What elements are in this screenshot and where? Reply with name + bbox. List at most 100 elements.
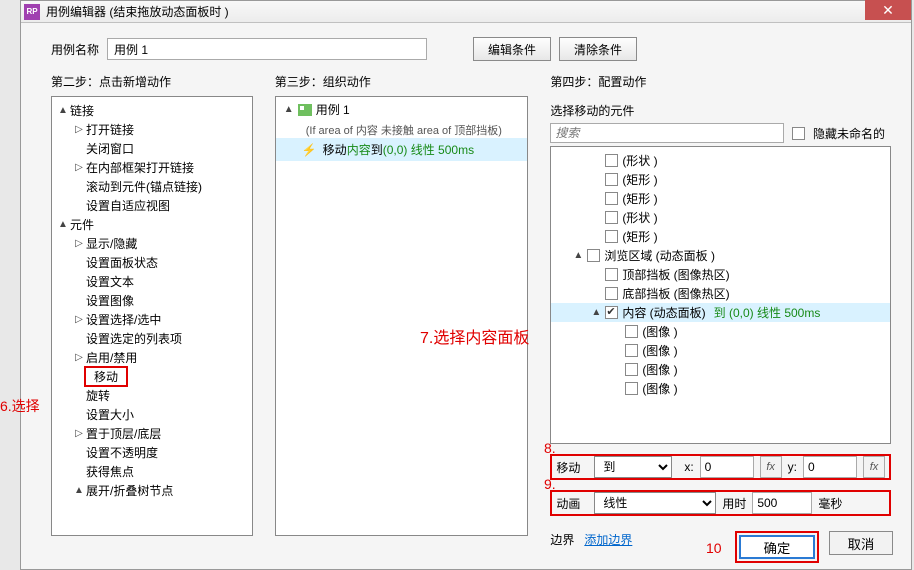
case-editor-window: RP 用例编辑器 (结束拖放动态面板时 ) ✕ 用例名称 编辑条件 清除条件 第…	[20, 0, 912, 570]
tree-action[interactable]: ▷启用/禁用	[52, 348, 252, 367]
expander-icon[interactable]: ▷	[74, 314, 84, 325]
bounds-label: 边界	[550, 531, 574, 548]
title-bar: RP 用例编辑器 (结束拖放动态面板时 ) ✕	[21, 1, 911, 23]
widget-panel[interactable]: (形状 )(矩形 )(矩形 )(形状 )(矩形 )▲浏览区域 (动态面板 )顶部…	[550, 146, 891, 444]
fx-y-button[interactable]: fx	[863, 456, 885, 478]
cancel-button[interactable]: 取消	[829, 531, 893, 555]
ok-button[interactable]: 确定	[739, 535, 815, 559]
hide-unnamed-checkbox[interactable]	[792, 127, 805, 140]
anim-label: 动画	[556, 495, 588, 512]
widget-row[interactable]: (矩形 )	[551, 189, 890, 208]
actions-panel[interactable]: ▲链接▷打开链接关闭窗口▷在内部框架打开链接滚动到元件(锚点链接)设置自适应视图…	[51, 96, 253, 536]
tree-action[interactable]: ▷置于顶层/底层	[52, 424, 252, 443]
expander-icon[interactable]: ▷	[74, 162, 84, 173]
annotation-8: 8.	[544, 440, 556, 456]
clear-condition-button[interactable]: 清除条件	[559, 37, 637, 61]
tree-action[interactable]: ▷设置选择/选中	[52, 310, 252, 329]
tree-action[interactable]: ▲展开/折叠树节点	[52, 481, 252, 500]
x-label: x:	[684, 460, 693, 474]
tree-action[interactable]: 移动	[52, 367, 252, 386]
add-bounds-link[interactable]: 添加边界	[584, 531, 632, 548]
tree-action[interactable]: 设置自适应视图	[52, 196, 252, 215]
widget-row[interactable]: (形状 )	[551, 208, 890, 227]
expander-icon[interactable]: ▷	[74, 238, 84, 249]
widget-row[interactable]: (图像 )	[551, 322, 890, 341]
annotation-7: 7.选择内容面板	[420, 324, 529, 348]
widget-search-input[interactable]	[550, 123, 784, 143]
move-x-input[interactable]	[700, 456, 754, 478]
widget-row[interactable]: (图像 )	[551, 360, 890, 379]
annotation-10: 10	[706, 540, 722, 556]
widget-checkbox[interactable]	[605, 268, 618, 281]
move-label: 移动	[556, 459, 588, 476]
widget-row[interactable]: (矩形 )	[551, 227, 890, 246]
case-name-row: 用例名称 编辑条件 清除条件	[21, 23, 911, 67]
tree-action[interactable]: 设置大小	[52, 405, 252, 424]
window-title: 用例编辑器 (结束拖放动态面板时 )	[46, 3, 229, 20]
widget-row[interactable]: (图像 )	[551, 379, 890, 398]
move-mode-select[interactable]: 到	[594, 456, 672, 478]
annotation-6: 6.选择	[0, 396, 40, 416]
widget-row[interactable]: (形状 )	[551, 151, 890, 170]
tree-action[interactable]: 旋转	[52, 386, 252, 405]
expander-icon[interactable]: ▲	[284, 104, 294, 115]
expander-icon[interactable]: ▲	[591, 307, 601, 318]
widget-row[interactable]: ▲内容 (动态面板) 到 (0,0) 线性 500ms	[551, 303, 890, 322]
tree-action[interactable]: 获得焦点	[52, 462, 252, 481]
tree-group[interactable]: ▲元件	[52, 215, 252, 234]
case-name-input[interactable]	[107, 38, 427, 60]
widget-checkbox[interactable]	[625, 325, 638, 338]
widget-row[interactable]: (图像 )	[551, 341, 890, 360]
move-y-input[interactable]	[803, 456, 857, 478]
easing-select[interactable]: 线性	[594, 492, 716, 514]
lightning-icon: ⚡	[302, 143, 317, 157]
expander-icon[interactable]: ▲	[573, 250, 583, 261]
tree-action[interactable]: 设置图像	[52, 291, 252, 310]
widget-checkbox[interactable]	[605, 173, 618, 186]
expander-icon[interactable]: ▷	[74, 124, 84, 135]
widget-checkbox[interactable]	[625, 344, 638, 357]
case-panel[interactable]: ▲ 用例 1 (If area of 内容 未接触 area of 顶部挡板) …	[275, 96, 529, 536]
hide-unnamed-label: 隐藏未命名的	[813, 125, 885, 142]
widget-checkbox[interactable]	[605, 287, 618, 300]
tree-action[interactable]: ▷在内部框架打开链接	[52, 158, 252, 177]
tree-group[interactable]: ▲链接	[52, 101, 252, 120]
duration-input[interactable]	[752, 492, 812, 514]
tree-action[interactable]: 设置面板状态	[52, 253, 252, 272]
expander-icon[interactable]: ▲	[58, 219, 68, 230]
tree-action[interactable]: 设置不透明度	[52, 443, 252, 462]
widget-checkbox[interactable]	[605, 306, 618, 319]
widget-checkbox[interactable]	[605, 230, 618, 243]
widget-checkbox[interactable]	[605, 154, 618, 167]
expander-icon[interactable]: ▷	[74, 428, 84, 439]
widget-row[interactable]: ▲浏览区域 (动态面板 )	[551, 246, 890, 265]
tree-action[interactable]: ▷显示/隐藏	[52, 234, 252, 253]
widget-checkbox[interactable]	[587, 249, 600, 262]
app-icon: RP	[24, 4, 40, 20]
tree-action[interactable]: 滚动到元件(锚点链接)	[52, 177, 252, 196]
edit-condition-button[interactable]: 编辑条件	[473, 37, 551, 61]
widget-checkbox[interactable]	[605, 192, 618, 205]
close-button[interactable]: ✕	[865, 0, 911, 20]
tree-action[interactable]: 设置文本	[52, 272, 252, 291]
widget-checkbox[interactable]	[605, 211, 618, 224]
y-label: y:	[788, 460, 797, 474]
step4-label: 第四步：配置动作	[550, 73, 891, 90]
case-condition-text: (If area of 内容 未接触 area of 顶部挡板)	[276, 122, 528, 138]
step2-label: 第二步：点击新增动作	[51, 73, 253, 90]
expander-icon[interactable]: ▲	[74, 485, 84, 496]
widget-row[interactable]: 顶部挡板 (图像热区)	[551, 265, 890, 284]
widget-checkbox[interactable]	[625, 363, 638, 376]
tree-action[interactable]: 关闭窗口	[52, 139, 252, 158]
expander-icon[interactable]: ▲	[58, 105, 68, 116]
fx-x-button[interactable]: fx	[760, 456, 782, 478]
action-mid: 到	[371, 141, 383, 158]
tree-action[interactable]: 设置选定的列表项	[52, 329, 252, 348]
case-action-row[interactable]: ⚡ 移动 内容 到 (0,0) 线性 500ms	[276, 138, 528, 161]
widget-row[interactable]: 底部挡板 (图像热区)	[551, 284, 890, 303]
widget-row[interactable]: (矩形 )	[551, 170, 890, 189]
tree-action[interactable]: ▷打开链接	[52, 120, 252, 139]
expander-icon[interactable]: ▷	[74, 352, 84, 363]
widget-checkbox[interactable]	[625, 382, 638, 395]
move-row: 移动 到 x: fx y: fx	[550, 454, 891, 480]
